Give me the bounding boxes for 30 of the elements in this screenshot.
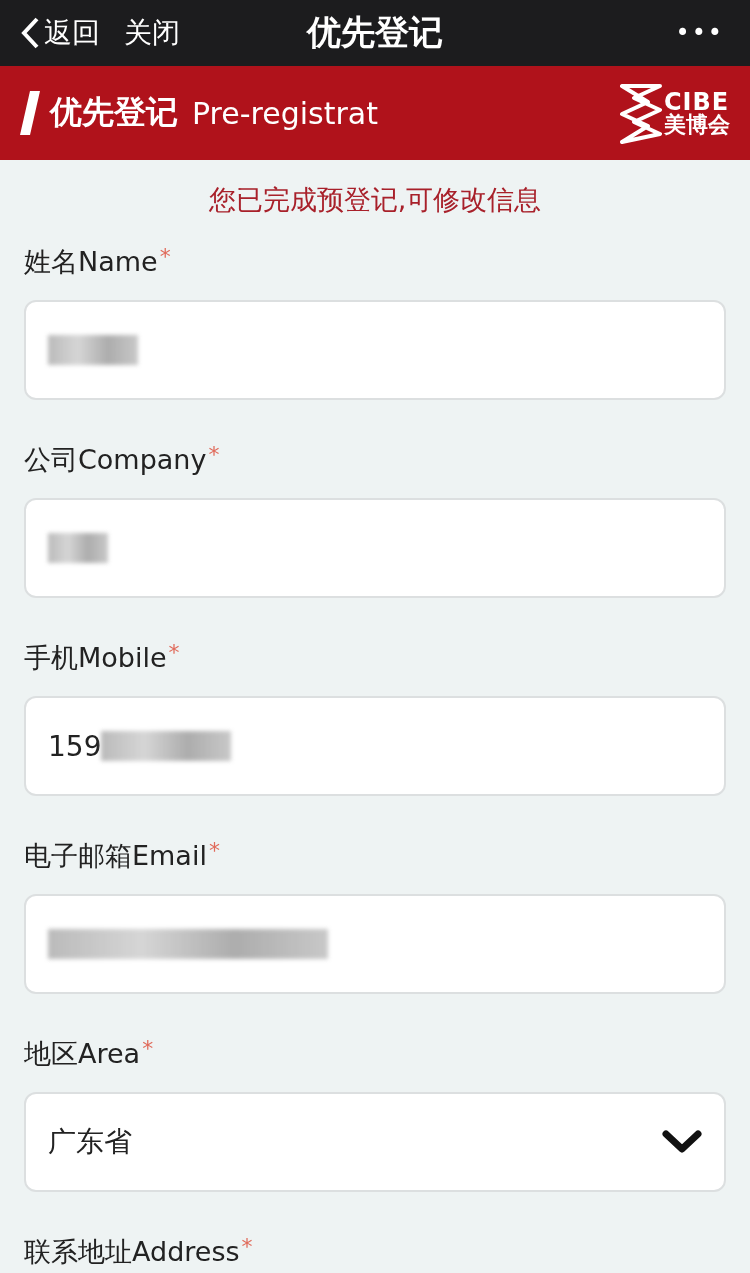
required-mark: *: [159, 244, 171, 269]
notice-text: 您已完成预登记,可修改信息: [207, 183, 543, 217]
input-field[interactable]: [24, 300, 726, 400]
required-mark: *: [208, 442, 220, 467]
required-mark: *: [241, 1234, 253, 1259]
field-label: 姓名Name: [24, 245, 158, 279]
logo-text: CIBE: [664, 90, 730, 114]
more-button[interactable]: •••: [669, 18, 730, 48]
logo-icon: [620, 82, 662, 144]
field-label: 地区Area: [24, 1037, 141, 1071]
chevron-down-icon: [662, 1129, 702, 1155]
chevron-left-icon: [20, 16, 40, 50]
close-button[interactable]: 关闭: [124, 14, 180, 52]
logo-text: 美博会: [664, 114, 730, 136]
slash-icon: [20, 91, 40, 135]
area-select[interactable]: 广东省: [24, 1092, 726, 1192]
back-button[interactable]: 返回: [20, 14, 100, 52]
banner-title: 优先登记: [50, 92, 178, 133]
required-mark: *: [208, 838, 220, 863]
banner-subtitle: Pre-registrat: [192, 95, 378, 131]
required-mark: *: [168, 640, 180, 665]
field-label: 手机Mobile: [24, 641, 167, 675]
field-label: 联系地址Address: [24, 1235, 240, 1269]
field-label: 电子邮箱Email: [24, 839, 207, 873]
page-title: 优先登记: [307, 12, 443, 52]
input-field[interactable]: [24, 894, 726, 994]
input-field[interactable]: 159: [24, 696, 726, 796]
required-mark: *: [142, 1036, 154, 1061]
input-field[interactable]: [24, 498, 726, 598]
field-label: 公司Company: [24, 443, 207, 477]
